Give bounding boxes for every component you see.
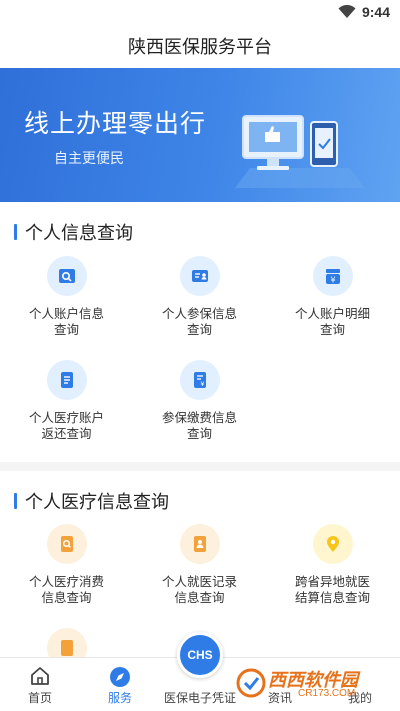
grid-item-account-info[interactable]: 个人账户信息 查询 [0,256,133,338]
grid-label: 个人医疗消费 信息查询 [28,575,104,605]
grid-item-cross-province[interactable]: 跨省异地就医 结算信息查询 [266,524,399,606]
document-list-icon [46,360,87,400]
search-card-icon [46,256,87,296]
payment-document-icon: ¥ [179,360,220,400]
grid-item-medical-account-refund[interactable]: 个人医疗账户 返还查询 [0,360,133,442]
section-marker [14,224,17,240]
banner-title: 线上办理零出行 [24,110,207,138]
id-card-icon [179,256,220,296]
section-title-text: 个人医疗信息查询 [25,492,169,512]
medical-record-icon [179,524,220,564]
grid-item-account-detail[interactable]: ¥ 个人账户明细 查询 [266,256,399,338]
yuan-wallet-icon: ¥ [312,256,353,296]
status-right: 9:44 [338,4,390,20]
section-marker [14,493,17,509]
ecard-fab-button[interactable]: CHS [177,632,223,678]
computer-thumbs-up-illustration [235,115,365,188]
tab-home[interactable]: 首页 [0,658,80,711]
grid-label: 个人参保信息 查询 [161,307,237,337]
section-medical-info-title: 个人医疗信息查询 [14,488,169,514]
svg-text:¥: ¥ [330,276,335,285]
tab-service[interactable]: 服务 [80,658,160,711]
section-title-text: 个人信息查询 [25,223,133,243]
banner-subtitle: 自主更便民 [54,150,124,166]
chs-icon: CHS [187,648,213,662]
grid-item-insurance-info[interactable]: 个人参保信息 查询 [133,256,266,338]
grid-label: 个人账户明细 查询 [294,307,370,337]
page-title: 陕西医保服务平台 [128,37,272,57]
location-pin-icon [312,524,353,564]
grid-label: 个人账户信息 查询 [28,307,104,337]
status-bar: 9:44 [0,0,400,26]
grid-label: 个人医疗账户 返还查询 [28,411,104,441]
watermark-sub: CR173.COM [298,688,356,699]
tab-home-label: 首页 [27,691,52,705]
grid-label: 个人就医记录 信息查询 [161,575,237,605]
compass-icon [110,667,130,687]
watermark-logo-icon [236,668,266,698]
svg-text:¥: ¥ [200,380,204,388]
grid-item-medical-consumption[interactable]: 个人医疗消费 信息查询 [0,524,133,606]
watermark: 西西软件园 CR173.COM [228,664,396,704]
grid-item-payment-info[interactable]: ¥ 参保缴费信息 查询 [133,360,266,442]
status-time: 9:44 [361,4,390,20]
grid-label: 参保缴费信息 查询 [161,411,237,441]
section-divider [0,462,400,471]
wifi-icon [338,5,356,18]
consumption-search-icon [46,524,87,564]
tab-service-label: 服务 [107,691,132,705]
grid-label: 跨省异地就医 结算信息查询 [294,575,370,605]
grid-item-medical-record[interactable]: 个人就医记录 信息查询 [133,524,266,606]
home-icon [31,667,49,685]
promo-banner[interactable]: 线上办理零出行 自主更便民 [0,68,400,202]
section-personal-info-title: 个人信息查询 [14,219,133,245]
